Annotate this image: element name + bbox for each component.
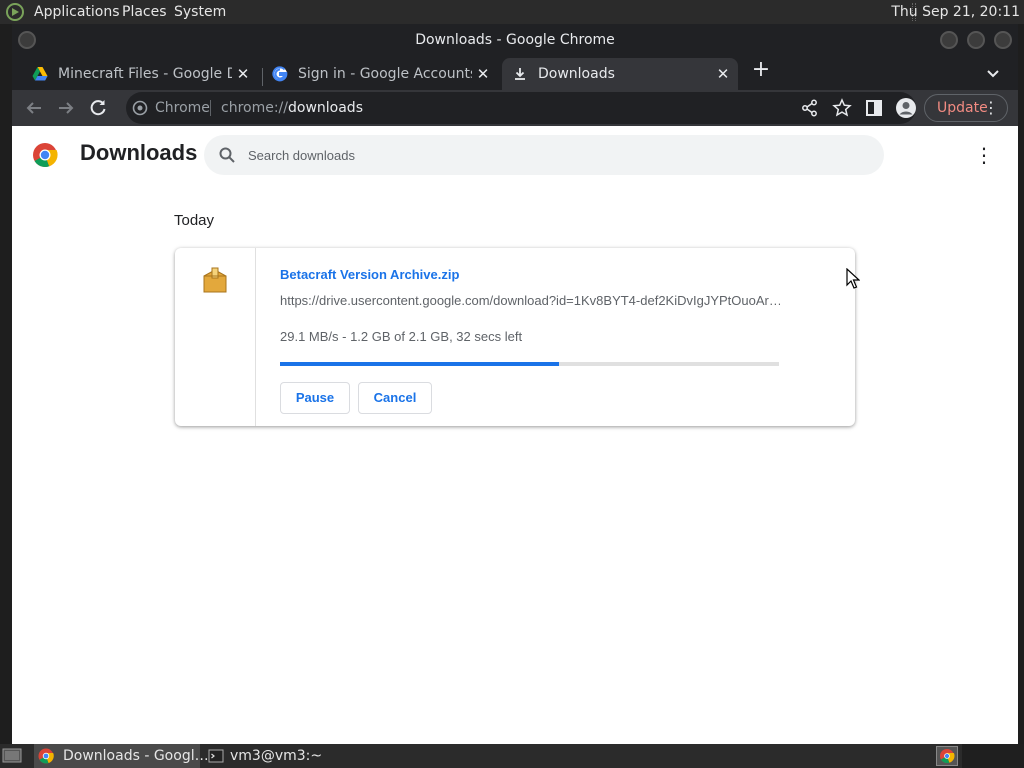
workspace-switcher[interactable] — [962, 744, 1024, 768]
url-text: chrome://downloads — [221, 92, 363, 124]
clock[interactable]: Thu Sep 21, 20:11 — [891, 0, 1020, 24]
pause-button[interactable]: Pause — [280, 382, 350, 414]
update-button[interactable]: Update ⋮ — [924, 94, 1008, 122]
new-tab-button[interactable]: + — [750, 59, 772, 82]
close-tab-icon[interactable]: ✕ — [716, 58, 730, 90]
os-logo-icon[interactable] — [4, 2, 26, 22]
taskbar-item-terminal[interactable]: vm3@vm3:~ — [204, 744, 324, 768]
top-panel: Applications Places System Thu Sep 21, 2… — [0, 0, 1024, 24]
taskbar-item-label: vm3@vm3:~ — [230, 748, 323, 764]
tab-search-chevron-icon[interactable] — [984, 64, 1002, 82]
reload-icon[interactable] — [86, 96, 110, 120]
address-bar[interactable]: Chrome chrome://downloads — [126, 92, 916, 124]
chip-divider — [210, 100, 211, 116]
file-name-link[interactable]: Betacraft Version Archive.zip — [280, 267, 459, 282]
file-icon-column — [175, 248, 256, 426]
url-host: downloads — [288, 100, 363, 116]
update-label: Update — [937, 100, 988, 116]
tab-sign-in[interactable]: Sign in - Google Accounts ✕ — [262, 58, 498, 90]
google-g-icon — [272, 66, 288, 82]
menu-applications[interactable]: Applications — [34, 0, 120, 24]
archive-file-icon — [203, 267, 227, 293]
search-input[interactable] — [248, 135, 868, 175]
window-menu-button[interactable] — [18, 31, 36, 49]
more-options-icon[interactable]: ⋮ — [974, 144, 994, 166]
taskbar-item-label: Downloads - Googl… — [63, 748, 209, 764]
url-scheme: chrome:// — [221, 100, 288, 116]
taskbar: Downloads - Googl… vm3@vm3:~ — [0, 744, 1024, 768]
downloads-header: Downloads ⋮ — [12, 126, 1018, 184]
show-desktop-icon[interactable] — [2, 747, 22, 765]
close-tab-icon[interactable]: ✕ — [236, 58, 250, 90]
menu-places[interactable]: Places — [122, 0, 167, 24]
google-drive-icon — [32, 67, 48, 81]
mouse-cursor-icon — [846, 268, 860, 289]
download-item-card: Betacraft Version Archive.zip https://dr… — [175, 248, 855, 426]
download-icon — [515, 68, 525, 80]
file-source-url[interactable]: https://drive.usercontent.google.com/dow… — [280, 293, 780, 308]
downloads-page: Downloads ⋮ Today Betacraft Versi — [12, 126, 1018, 744]
toolbar: Chrome chrome://downloads Update ⋮ — [12, 90, 1018, 126]
back-arrow-icon[interactable] — [22, 96, 46, 120]
chrome-page-icon — [132, 100, 148, 116]
taskbar-item-chrome[interactable]: Downloads - Googl… — [34, 744, 209, 768]
close-window-button[interactable] — [994, 31, 1012, 49]
menu-system[interactable]: System — [174, 0, 226, 24]
download-progress-fill — [280, 362, 560, 366]
tray-chrome-icon[interactable] — [936, 746, 958, 766]
kebab-menu-icon[interactable]: ⋮ — [983, 95, 999, 121]
profile-avatar-icon[interactable] — [894, 96, 918, 120]
side-panel-icon[interactable] — [862, 96, 886, 120]
minimize-button[interactable] — [940, 31, 958, 49]
site-chip-label: Chrome — [155, 100, 210, 116]
download-status: 29.1 MB/s - 1.2 GB of 2.1 GB, 32 secs le… — [280, 329, 523, 344]
terminal-icon — [208, 749, 224, 763]
chrome-icon — [38, 748, 54, 764]
chrome-logo-icon — [33, 143, 58, 167]
tab-minecraft-files[interactable]: Minecraft Files - Google Drive ✕ — [22, 58, 258, 90]
date-section-label: Today — [174, 212, 215, 229]
search-box[interactable] — [204, 135, 884, 175]
close-tab-icon[interactable]: ✕ — [476, 58, 490, 90]
search-icon — [219, 147, 235, 163]
page-title: Downloads — [80, 140, 198, 165]
tab-title: Sign in - Google Accounts — [298, 66, 472, 82]
title-bar[interactable]: Downloads - Google Chrome — [12, 24, 1018, 56]
tab-downloads[interactable]: Downloads ✕ — [502, 58, 738, 90]
share-icon[interactable] — [800, 98, 820, 118]
window-title: Downloads - Google Chrome — [415, 32, 615, 48]
forward-arrow-icon[interactable] — [54, 96, 78, 120]
cancel-button[interactable]: Cancel — [358, 382, 432, 414]
maximize-button[interactable] — [967, 31, 985, 49]
tab-strip: Minecraft Files - Google Drive ✕ Sign in… — [12, 56, 1018, 90]
tab-title: Minecraft Files - Google Drive — [58, 66, 232, 82]
download-progress-bar — [280, 362, 779, 366]
bookmark-star-icon[interactable] — [832, 98, 852, 118]
tab-title: Downloads — [538, 66, 615, 82]
chrome-window: Downloads - Google Chrome Minecraft File… — [12, 24, 1018, 744]
